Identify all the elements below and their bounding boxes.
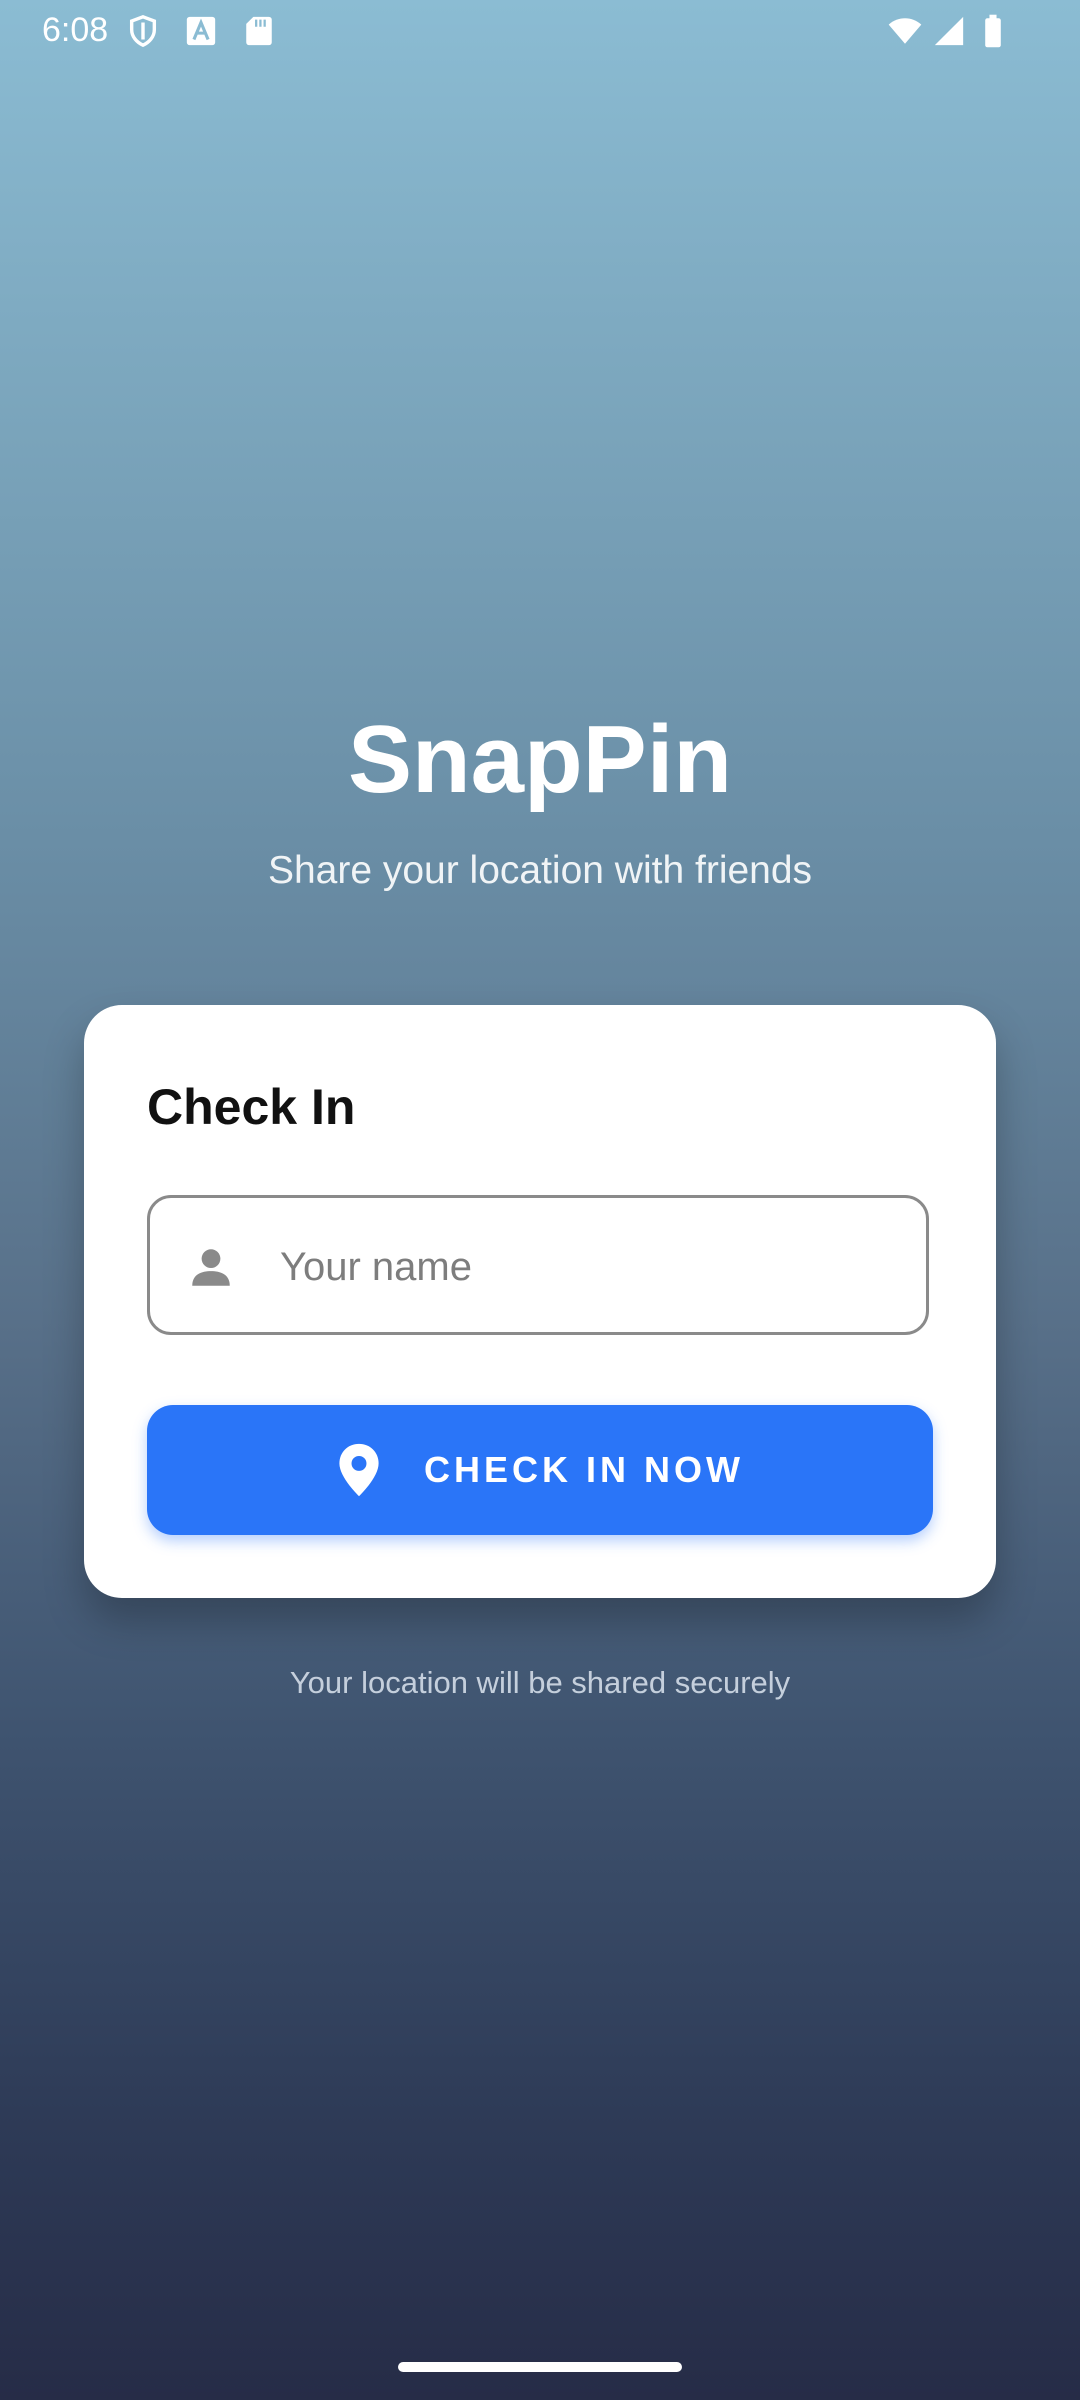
person-icon [186,1242,236,1292]
status-time: 6:08 [42,11,109,49]
sd-card-icon [242,14,276,48]
app-title: SnapPin [347,706,733,813]
wifi-icon [888,14,922,48]
location-pin-icon [336,1442,382,1498]
home-indicator[interactable] [398,2362,682,2372]
status-bar: 6:08 [0,0,1080,64]
name-placeholder: Your name [280,1245,472,1289]
shield-icon [126,14,160,48]
card-title: Check In [147,1079,356,1135]
check-in-button-label: CHECK IN NOW [424,1449,744,1490]
name-input[interactable]: Your name [147,1195,929,1335]
check-in-card: Check In Your name CHECK IN NOW [84,1005,996,1598]
app-subtitle: Share your location with friends [267,849,813,892]
cell-signal-icon [932,14,966,48]
privacy-note: Your location will be shared securely [289,1665,791,1700]
font-icon [184,14,218,48]
battery-icon [978,14,1008,48]
check-in-button[interactable]: CHECK IN NOW [147,1405,933,1535]
